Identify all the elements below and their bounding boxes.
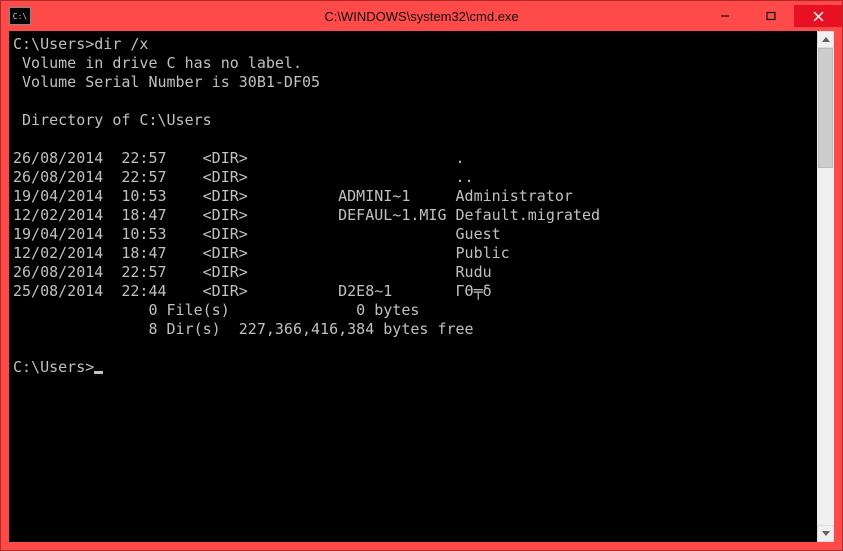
- cursor: [94, 371, 103, 374]
- maximize-button[interactable]: [748, 5, 794, 27]
- serial-line: Volume Serial Number is 30B1-DF05: [13, 73, 817, 92]
- scroll-up-button[interactable]: [817, 31, 834, 48]
- scroll-track[interactable]: [817, 48, 834, 525]
- close-button[interactable]: [794, 5, 842, 27]
- minimize-icon: [720, 11, 730, 21]
- prompt-line-2: C:\Users>: [13, 358, 817, 377]
- directory-of-line: Directory of C:\Users: [13, 111, 817, 130]
- chevron-up-icon: [822, 37, 830, 42]
- terminal-output[interactable]: C:\Users>dir /x Volume in drive C has no…: [9, 31, 817, 542]
- scroll-down-button[interactable]: [817, 525, 834, 542]
- volume-line: Volume in drive C has no label.: [13, 54, 817, 73]
- scroll-thumb[interactable]: [818, 48, 833, 168]
- prompt: C:\Users>: [13, 358, 94, 376]
- blank-line: [13, 130, 817, 149]
- prompt: C:\Users>: [13, 35, 94, 53]
- prompt-line: C:\Users>dir /x: [13, 35, 817, 54]
- cmd-window: C:\ C:\WINDOWS\system32\cmd.exe C:\Users…: [0, 0, 843, 551]
- blank-line: [13, 92, 817, 111]
- blank-line: [13, 339, 817, 358]
- maximize-icon: [766, 11, 776, 21]
- chevron-down-icon: [822, 531, 830, 536]
- minimize-button[interactable]: [702, 5, 748, 27]
- vertical-scrollbar[interactable]: [817, 31, 834, 542]
- app-icon: C:\: [9, 7, 31, 25]
- summary-dirs: 8 Dir(s) 227,366,416,384 bytes free: [13, 320, 817, 339]
- typed-command: dir /x: [94, 35, 148, 53]
- directory-listing: 26/08/2014 22:57 <DIR> . 26/08/2014 22:5…: [13, 149, 600, 300]
- titlebar[interactable]: C:\ C:\WINDOWS\system32\cmd.exe: [1, 1, 842, 31]
- summary-files: 0 File(s) 0 bytes: [13, 301, 817, 320]
- client-area: C:\Users>dir /x Volume in drive C has no…: [9, 31, 834, 542]
- window-controls: [702, 5, 842, 27]
- close-icon: [813, 11, 824, 22]
